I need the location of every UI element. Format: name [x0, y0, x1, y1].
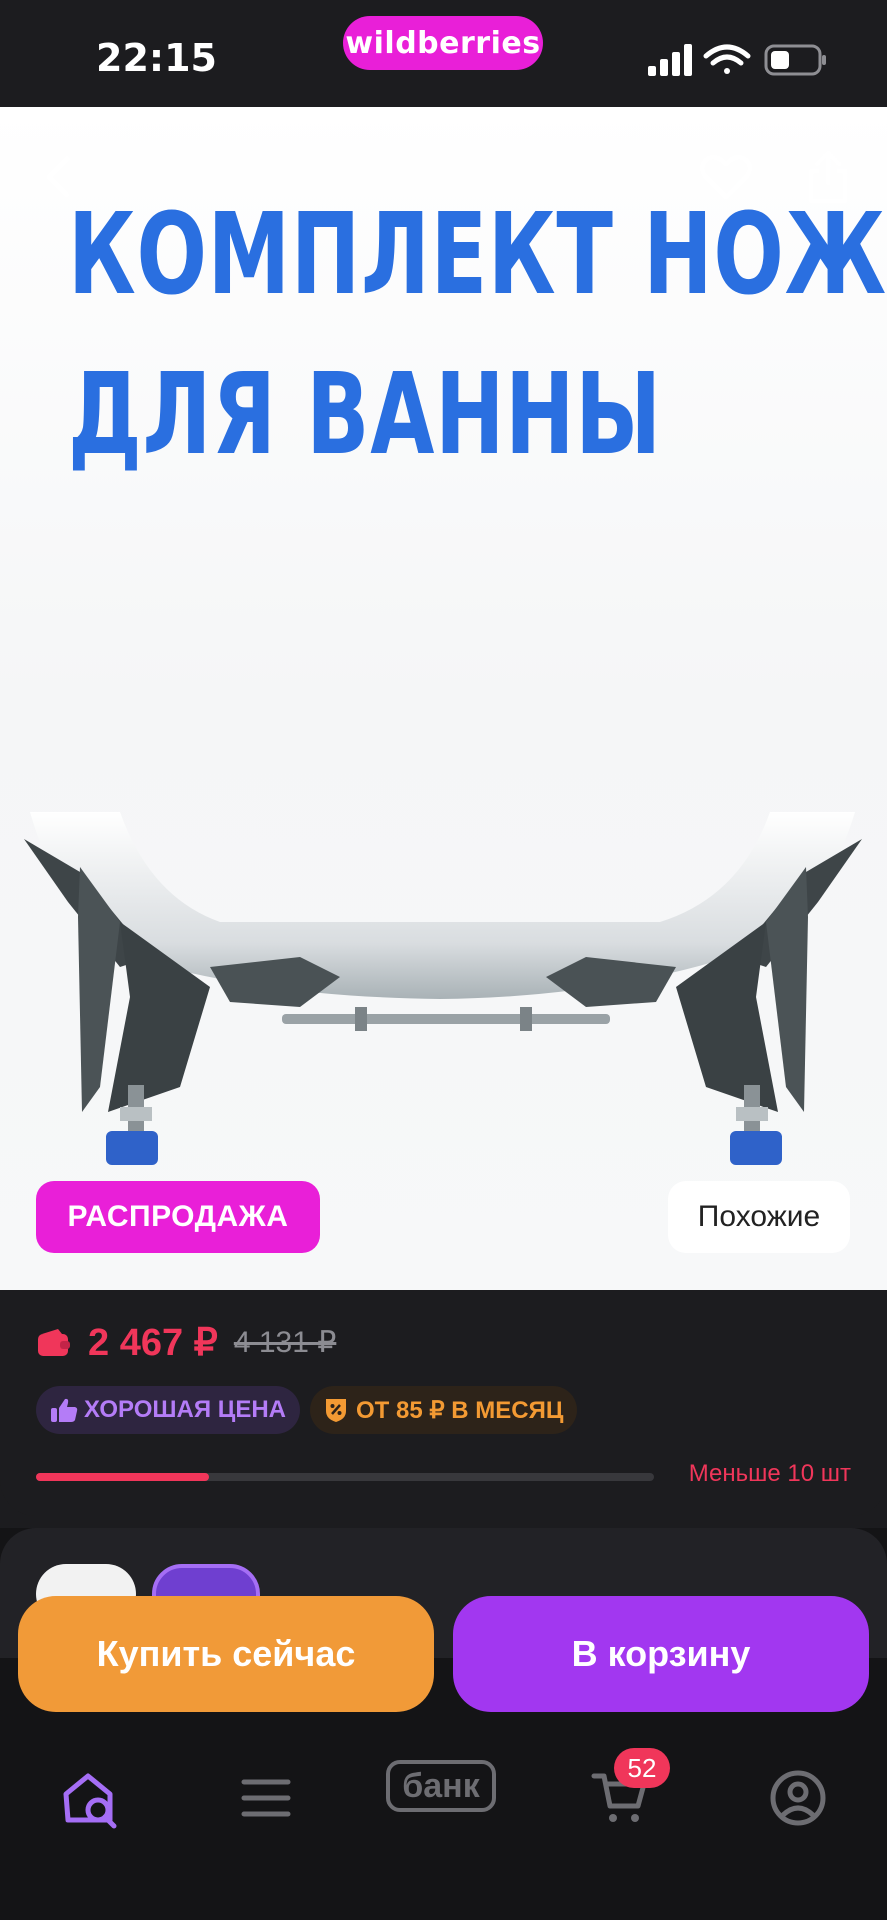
home-search-icon [63, 1773, 117, 1829]
profile-icon [770, 1770, 826, 1826]
heart-icon [700, 155, 752, 200]
tab-profile[interactable] [758, 1758, 838, 1838]
stock-progress-bar [36, 1473, 654, 1481]
price-card: 2 467 ₽ 4 131 ₽ ХОРОШАЯ ЦЕНА ОТ 85 ₽ В М… [0, 1290, 887, 1516]
wifi-icon [703, 44, 751, 74]
installment-label: ОТ 85 ₽ В МЕСЯЦ [355, 1396, 564, 1424]
back-button[interactable] [28, 147, 88, 207]
similar-button[interactable]: Похожие [668, 1181, 850, 1253]
thumbs-up-icon [51, 1398, 78, 1422]
tab-home[interactable] [50, 1758, 130, 1838]
percent-shield-icon [325, 1399, 346, 1422]
sale-badge[interactable]: РАСПРОДАЖА [36, 1181, 320, 1253]
installment-chip[interactable]: ОТ 85 ₽ В МЕСЯЦ [309, 1386, 578, 1434]
title-line-1: КОМПЛЕКТ НОЖЕК [68, 190, 887, 320]
share-button[interactable] [798, 147, 858, 207]
status-bar: 22:15 wildberries [0, 0, 887, 107]
wildberries-logo: wildberries [343, 16, 543, 70]
chevron-left-icon [46, 156, 70, 198]
menu-icon [241, 1779, 291, 1817]
cart-count-badge: 52 [614, 1748, 670, 1788]
share-icon [808, 150, 848, 204]
favorite-button[interactable] [696, 147, 756, 207]
signal-icon [648, 44, 692, 76]
title-line-2: ДЛЯ ВАННЫ [68, 350, 662, 480]
status-icons [648, 44, 826, 76]
tab-bank[interactable]: банк [386, 1760, 496, 1812]
old-price: 4 131 ₽ [233, 1326, 337, 1359]
product-gallery[interactable]: КОМПЛЕКТ НОЖЕК ДЛЯ ВАННЫ [0, 107, 887, 1290]
stock-progress-fill [36, 1473, 210, 1481]
price-row: 2 467 ₽ 4 131 ₽ [36, 1320, 336, 1365]
bottom-tab-bar: банк 52 [0, 1730, 887, 1920]
current-price: 2 467 ₽ [88, 1322, 218, 1364]
buy-now-button[interactable]: Купить сейчас [18, 1596, 434, 1712]
status-time: 22:15 [96, 36, 217, 80]
good-price-chip[interactable]: ХОРОШАЯ ЦЕНА [36, 1386, 300, 1434]
bath-legs-image [24, 812, 862, 1165]
stock-text: Меньше 10 шт [688, 1460, 851, 1487]
battery-icon [764, 44, 826, 76]
price-chips: ХОРОШАЯ ЦЕНА ОТ 85 ₽ В МЕСЯЦ [36, 1386, 578, 1434]
wallet-icon [38, 1328, 70, 1356]
tab-catalog[interactable] [226, 1758, 306, 1838]
add-to-cart-button[interactable]: В корзину [453, 1596, 869, 1712]
good-price-label: ХОРОШАЯ ЦЕНА [84, 1396, 286, 1423]
product-image-title: КОМПЛЕКТ НОЖЕК ДЛЯ ВАННЫ [68, 175, 887, 495]
